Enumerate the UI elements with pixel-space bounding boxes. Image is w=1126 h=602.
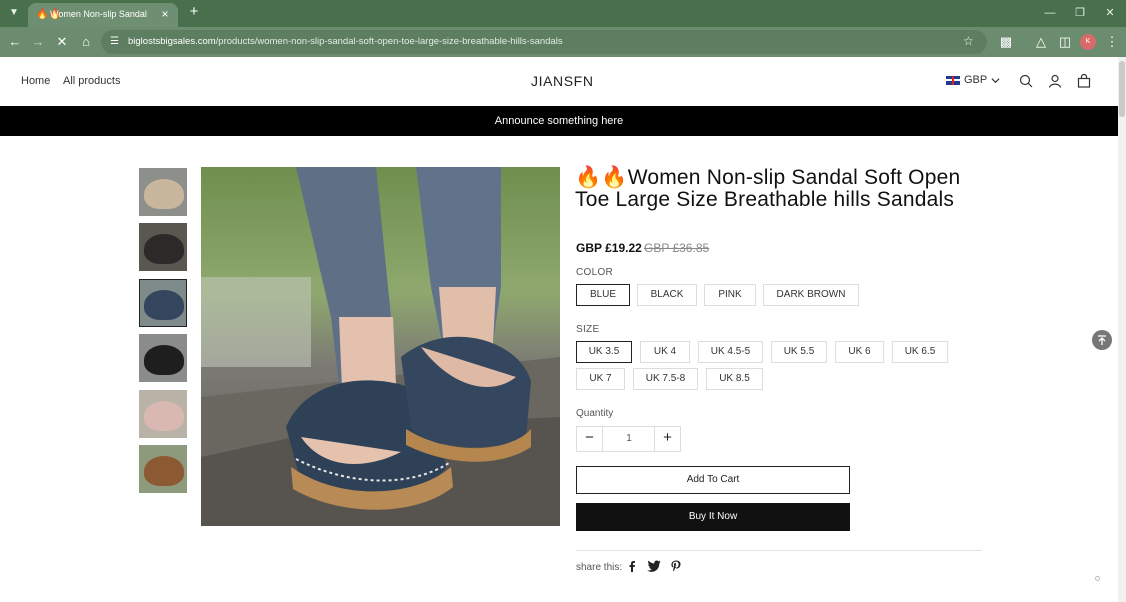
sandal-image xyxy=(144,290,184,320)
gallery-thumbnail[interactable] xyxy=(139,390,187,438)
size-option-uk-6-5[interactable]: UK 6.5 xyxy=(892,341,948,363)
sandal-image xyxy=(144,401,184,431)
size-option-uk-5-5[interactable]: UK 5.5 xyxy=(771,341,827,363)
back-to-top-button[interactable] xyxy=(1092,330,1112,350)
quantity-decrease-button[interactable]: − xyxy=(577,427,603,451)
url-text[interactable]: biglostsbigsales.com/products/women-non-… xyxy=(128,36,563,47)
close-tab-icon[interactable]: × xyxy=(158,7,172,21)
currency-selector[interactable]: GBP xyxy=(946,74,1000,86)
arrow-up-icon xyxy=(1098,335,1106,345)
size-option-uk-7[interactable]: UK 7 xyxy=(576,368,625,390)
extensions-icon[interactable]: ▩ xyxy=(998,34,1014,50)
sandal-image xyxy=(144,234,184,264)
sandal-image xyxy=(144,456,184,486)
chat-indicator-icon[interactable] xyxy=(1095,576,1100,581)
pinterest-icon[interactable] xyxy=(670,560,682,572)
sale-price: GBP £19.22 xyxy=(576,241,642,255)
compare-at-price: GBP £36.85 xyxy=(644,241,710,255)
page-scrollbar[interactable] xyxy=(1118,57,1126,602)
browser-tab-strip: ▼ 🔥🔥 Women Non-slip Sandal × + — ❐ ✕ xyxy=(0,0,1126,27)
search-icon[interactable] xyxy=(1019,74,1033,88)
chevron-down-icon xyxy=(991,77,1000,83)
size-option-uk-4[interactable]: UK 4 xyxy=(640,341,690,363)
labs-flask-icon[interactable]: △ xyxy=(1033,34,1049,50)
quantity-increase-button[interactable]: + xyxy=(654,427,680,451)
restore-icon[interactable]: ❐ xyxy=(1073,6,1087,20)
uk-flag-icon xyxy=(946,75,960,85)
share-label: share this: xyxy=(576,562,623,573)
main-product-image[interactable] xyxy=(201,167,560,526)
quantity-input[interactable]: 1 xyxy=(604,427,654,451)
account-icon[interactable] xyxy=(1048,74,1062,88)
back-icon[interactable]: ← xyxy=(7,34,23,50)
menu-kebab-icon[interactable]: ⋮ xyxy=(1104,34,1120,50)
size-option-uk-3-5[interactable]: UK 3.5 xyxy=(576,341,632,363)
minimize-icon[interactable]: — xyxy=(1043,6,1057,20)
home-icon[interactable]: ⌂ xyxy=(78,34,94,50)
gallery-thumbnail[interactable] xyxy=(139,334,187,382)
buy-it-now-button[interactable]: Buy It Now xyxy=(576,503,850,531)
size-option-uk-7-5-8[interactable]: UK 7.5-8 xyxy=(633,368,698,390)
facebook-icon[interactable] xyxy=(626,560,638,572)
size-label: SIZE xyxy=(576,324,600,335)
tab-search-button[interactable]: ▼ xyxy=(6,5,22,21)
browser-tab[interactable]: 🔥🔥 Women Non-slip Sandal × xyxy=(28,3,178,27)
gallery-thumbnail[interactable] xyxy=(139,445,187,493)
bookmark-star-icon[interactable]: ☆ xyxy=(963,34,977,48)
nav-home-link[interactable]: Home xyxy=(21,75,50,87)
gallery-thumbnail-active[interactable] xyxy=(139,279,187,327)
gallery-thumbnail[interactable] xyxy=(139,223,187,271)
color-option-black[interactable]: BLACK xyxy=(637,284,697,306)
tab-title: Women Non-slip Sandal xyxy=(50,9,147,19)
forward-icon[interactable]: → xyxy=(30,34,46,50)
web-page: Home All products JIANSFN GBP Announce s… xyxy=(0,57,1118,602)
size-option-uk-8-5[interactable]: UK 8.5 xyxy=(706,368,763,390)
announcement-bar: Announce something here xyxy=(0,106,1118,136)
new-tab-button[interactable]: + xyxy=(186,4,202,20)
sandal-image xyxy=(144,345,184,375)
site-logo[interactable]: JIANSFN xyxy=(531,73,594,89)
quantity-stepper: − 1 + xyxy=(576,426,681,452)
profile-avatar[interactable]: K xyxy=(1080,34,1096,50)
address-bar[interactable]: ☰ biglostsbigsales.com/products/women-no… xyxy=(101,30,987,54)
product-title: 🔥🔥Women Non-slip Sandal Soft Open Toe La… xyxy=(575,166,961,211)
color-option-pink[interactable]: PINK xyxy=(704,284,756,306)
close-window-icon[interactable]: ✕ xyxy=(1103,6,1117,20)
size-option-uk-4-5-5[interactable]: UK 4.5-5 xyxy=(698,341,763,363)
nav-all-products-link[interactable]: All products xyxy=(63,75,120,87)
sandal-image xyxy=(144,179,184,209)
color-option-blue[interactable]: BLUE xyxy=(576,284,630,306)
size-option-uk-6[interactable]: UK 6 xyxy=(835,341,884,363)
browser-toolbar: ← → ✕ ⌂ ☰ biglostsbigsales.com/products/… xyxy=(0,27,1126,57)
gallery-thumbnail[interactable] xyxy=(139,168,187,216)
site-header: Home All products JIANSFN GBP xyxy=(0,57,1118,105)
twitter-icon[interactable] xyxy=(647,560,661,572)
quantity-label: Quantity xyxy=(576,408,614,419)
stop-loading-icon[interactable]: ✕ xyxy=(54,34,70,50)
site-info-icon[interactable]: ☰ xyxy=(110,35,124,49)
divider xyxy=(576,550,982,551)
side-panel-icon[interactable]: ◫ xyxy=(1057,34,1073,50)
add-to-cart-button[interactable]: Add To Cart xyxy=(576,466,850,494)
cart-icon[interactable] xyxy=(1077,74,1091,88)
product-photo-sandals xyxy=(201,167,560,526)
color-option-dark-brown[interactable]: DARK BROWN xyxy=(763,284,859,306)
currency-code: GBP xyxy=(964,74,988,86)
scrollbar-thumb[interactable] xyxy=(1119,61,1125,117)
color-label: COLOR xyxy=(576,267,614,278)
